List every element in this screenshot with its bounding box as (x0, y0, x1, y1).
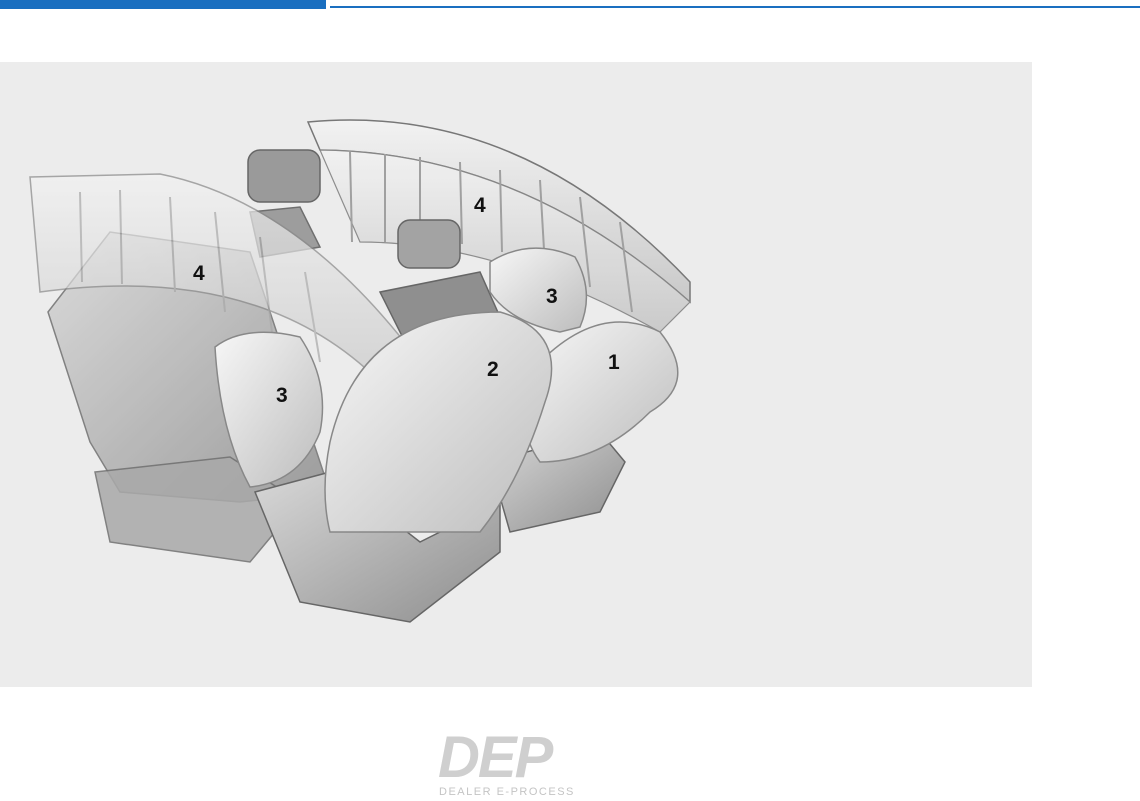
callout-4-rear: 4 (193, 262, 205, 285)
header-accent-bar (0, 0, 326, 9)
watermark-logo: DEP DEALER E-PROCESS (438, 725, 600, 799)
callout-4-front: 4 (474, 194, 486, 217)
callout-3-front: 3 (546, 285, 558, 308)
airbag-illustration: 1 2 3 3 4 4 (29, 119, 691, 623)
airbag-illustration-panel: 1 2 3 3 4 4 (0, 62, 1032, 687)
header-rule (330, 6, 1140, 8)
watermark-mark: DEP (438, 725, 553, 790)
watermark-subtitle: DEALER E-PROCESS (439, 786, 575, 798)
callout-1: 1 (608, 351, 620, 374)
callout-2: 2 (487, 358, 499, 381)
callout-3-rear: 3 (276, 384, 288, 407)
